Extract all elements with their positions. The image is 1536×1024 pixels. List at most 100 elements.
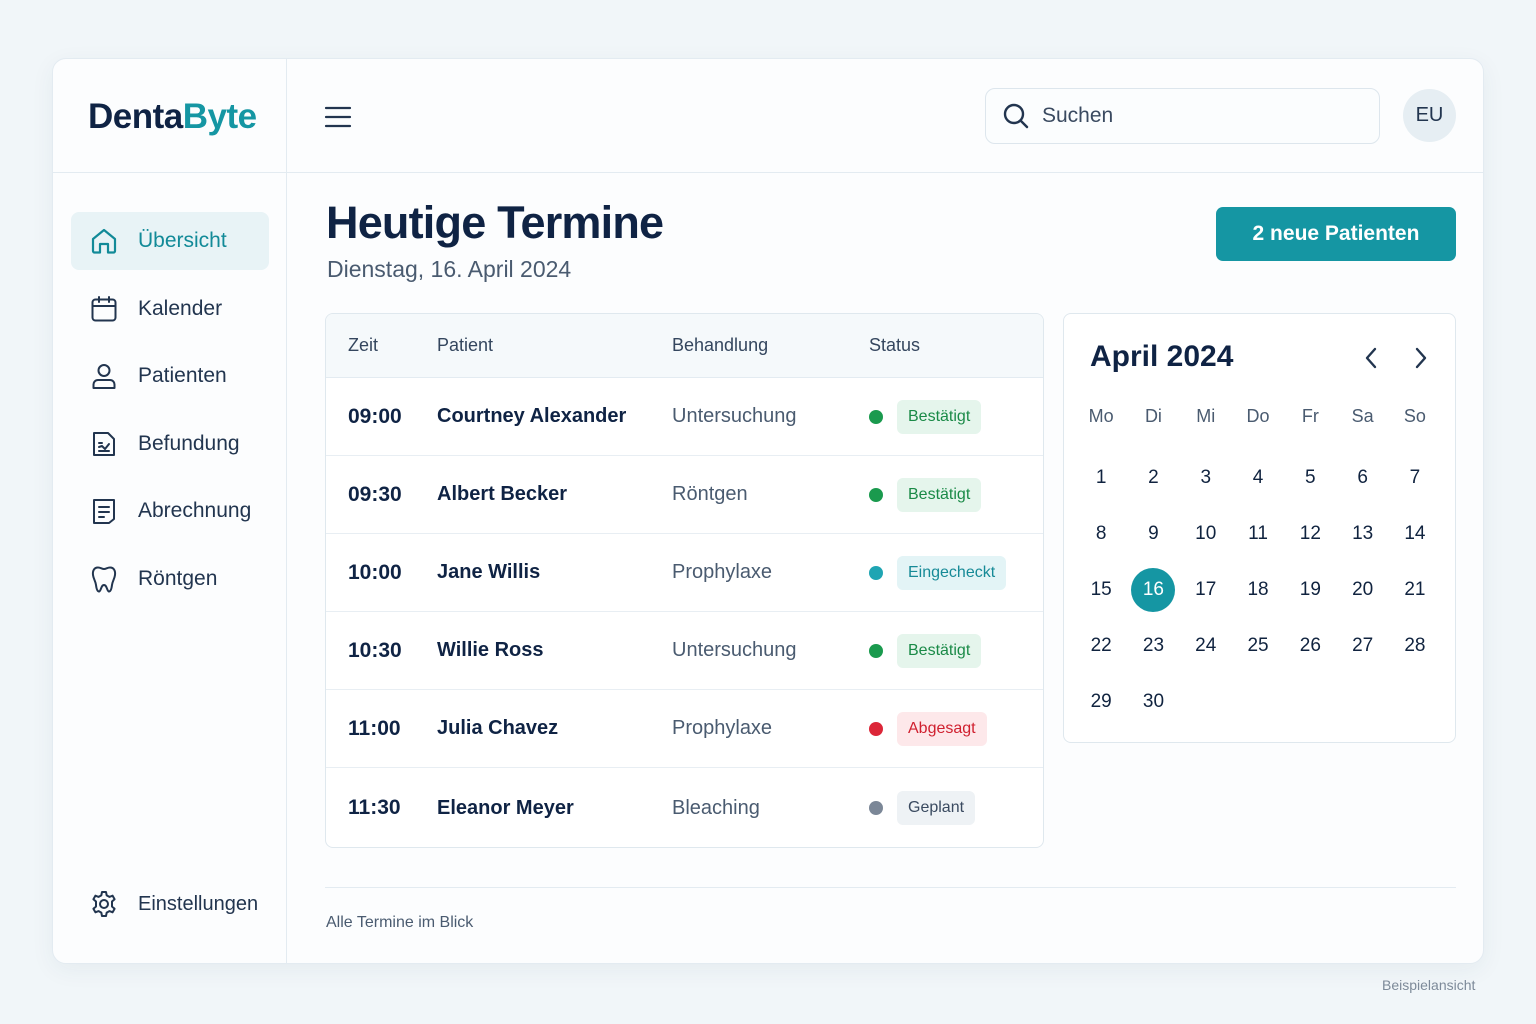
sidebar: DentaByte Übersicht Kalender Patienten B…: [53, 59, 287, 963]
header-divider: [53, 172, 1483, 173]
patient-name[interactable]: Willie Ross: [437, 639, 672, 662]
menu-toggle-button[interactable]: [324, 103, 352, 131]
calendar-day[interactable]: 11: [1232, 506, 1284, 562]
calendar-day-number: 3: [1200, 467, 1212, 488]
sidebar-item-patienten[interactable]: Patienten: [71, 347, 269, 405]
status-badge: Bestätigt: [897, 399, 982, 434]
calendar-day[interactable]: 1: [1075, 450, 1127, 506]
calendar-day[interactable]: 6: [1336, 450, 1388, 506]
new-patients-button[interactable]: 2 neue Patienten: [1216, 207, 1456, 261]
calendar-next-button[interactable]: [1409, 344, 1433, 372]
calendar-day[interactable]: 14: [1389, 506, 1441, 562]
table-header: Zeit Patient Behandlung Status: [326, 314, 1043, 378]
status-dot: [869, 565, 883, 580]
brand-logo[interactable]: DentaByte: [88, 97, 257, 137]
sidebar-item-label: Übersicht: [138, 229, 227, 252]
calendar-day-number: 28: [1404, 635, 1426, 656]
calendar-day[interactable]: 29: [1075, 674, 1127, 730]
table-row[interactable]: 10:30 Willie Ross Untersuchung Bestätigt: [326, 612, 1043, 690]
calendar-day[interactable]: 7: [1389, 450, 1441, 506]
patient-name[interactable]: Julia Chavez: [437, 717, 672, 740]
calendar-day-number: 1: [1095, 467, 1107, 488]
calendar-day-number: 17: [1195, 579, 1217, 600]
calendar-day[interactable]: 2: [1127, 450, 1179, 506]
status-badge: Abgesagt: [897, 711, 987, 746]
sidebar-item-abrechnung[interactable]: Abrechnung: [71, 482, 269, 540]
patient-name[interactable]: Jane Willis: [437, 561, 672, 584]
calendar-day[interactable]: 13: [1336, 506, 1388, 562]
calendar-day[interactable]: 30: [1127, 674, 1179, 730]
calendar-day-number: 8: [1095, 523, 1107, 544]
status-dot: [869, 487, 883, 502]
table-row[interactable]: 09:00 Courtney Alexander Untersuchung Be…: [326, 378, 1043, 456]
calendar-day[interactable]: 10: [1180, 506, 1232, 562]
user-icon: [89, 361, 119, 391]
calendar-day-number: 26: [1299, 635, 1321, 656]
invoice-icon: [89, 496, 119, 526]
calendar-day[interactable]: 27: [1336, 618, 1388, 674]
search-input[interactable]: [1042, 104, 1342, 128]
calendar-day[interactable]: 15: [1075, 562, 1127, 618]
watermark-text: Beispielansicht: [1382, 977, 1476, 993]
status-cell: Bestätigt: [869, 477, 1043, 512]
calendar-day[interactable]: 9: [1127, 506, 1179, 562]
calendar-day[interactable]: 22: [1075, 618, 1127, 674]
calendar-day-number: 2: [1148, 467, 1159, 488]
calendar-day[interactable]: 3: [1180, 450, 1232, 506]
calendar-day-number: 14: [1404, 523, 1426, 544]
calendar-day[interactable]: 25: [1232, 618, 1284, 674]
sidebar-item-label: Kalender: [138, 296, 223, 320]
calendar-day-empty: [1389, 674, 1441, 730]
calendar-day[interactable]: 23: [1127, 618, 1179, 674]
calendar-day-number: 6: [1357, 467, 1368, 488]
status-cell: Bestätigt: [869, 399, 1043, 434]
sidebar-item-uebersicht[interactable]: Übersicht: [71, 212, 269, 270]
calendar-day[interactable]: 4: [1232, 450, 1284, 506]
status-dot: [869, 409, 883, 424]
calendar-day[interactable]: 21: [1389, 562, 1441, 618]
column-header-status: Status: [869, 335, 921, 355]
chart-file-icon: [89, 429, 119, 459]
brand-logo-part2: Byte: [182, 97, 257, 136]
calendar-day-number: 25: [1247, 635, 1269, 656]
calendar-day-selected[interactable]: 16: [1127, 562, 1179, 618]
calendar-day-number: 20: [1352, 579, 1374, 600]
table-row[interactable]: 09:30 Albert Becker Röntgen Bestätigt: [326, 456, 1043, 534]
status-dot: [869, 801, 883, 815]
calendar-day[interactable]: 26: [1284, 618, 1336, 674]
sidebar-item-roentgen[interactable]: Röntgen: [71, 550, 269, 608]
calendar-day[interactable]: 20: [1336, 562, 1388, 618]
table-row[interactable]: 11:30 Eleanor Meyer Bleaching Geplant: [326, 768, 1043, 847]
tooth-icon: [89, 564, 119, 594]
calendar-day[interactable]: 8: [1075, 506, 1127, 562]
sidebar-item-kalender[interactable]: Kalender: [71, 280, 269, 338]
sidebar-item-befundung[interactable]: Befundung: [71, 415, 269, 473]
table-row[interactable]: 10:00 Jane Willis Prophylaxe Eingecheckt: [326, 534, 1043, 612]
search-box[interactable]: [985, 88, 1380, 144]
calendar-day[interactable]: 19: [1284, 562, 1336, 618]
appointments-table: Zeit Patient Behandlung Status 09:00 Cou…: [325, 313, 1044, 848]
patient-name[interactable]: Albert Becker: [437, 483, 672, 506]
calendar-day[interactable]: 18: [1232, 562, 1284, 618]
column-header-behandlung: Behandlung: [672, 335, 769, 355]
calendar-week-row: 8 9 10 11 12 13 14: [1075, 506, 1445, 562]
table-row[interactable]: 11:00 Julia Chavez Prophylaxe Abgesagt: [326, 690, 1043, 768]
patient-name[interactable]: Eleanor Meyer: [437, 797, 672, 820]
calendar-day[interactable]: 24: [1180, 618, 1232, 674]
weekday-label: Sa: [1351, 406, 1374, 426]
calendar-week-row: 22 23 24 25 26 27 28: [1075, 618, 1445, 674]
calendar-prev-button[interactable]: [1359, 344, 1383, 372]
hamburger-icon: [324, 106, 352, 128]
settings-button[interactable]: Einstellungen: [89, 889, 258, 919]
weekday-label: Do: [1246, 406, 1270, 426]
user-avatar[interactable]: EU: [1403, 89, 1456, 142]
patient-name[interactable]: Courtney Alexander: [437, 405, 672, 428]
brand-logo-part1: Denta: [88, 97, 183, 136]
calendar-day-empty: [1232, 674, 1284, 730]
calendar-day[interactable]: 12: [1284, 506, 1336, 562]
calendar-day[interactable]: 17: [1180, 562, 1232, 618]
chevron-right-icon: [1415, 347, 1427, 369]
calendar-day[interactable]: 28: [1389, 618, 1441, 674]
calendar-day[interactable]: 5: [1284, 450, 1336, 506]
sidebar-nav: Übersicht Kalender Patienten Befundung A…: [71, 212, 269, 617]
